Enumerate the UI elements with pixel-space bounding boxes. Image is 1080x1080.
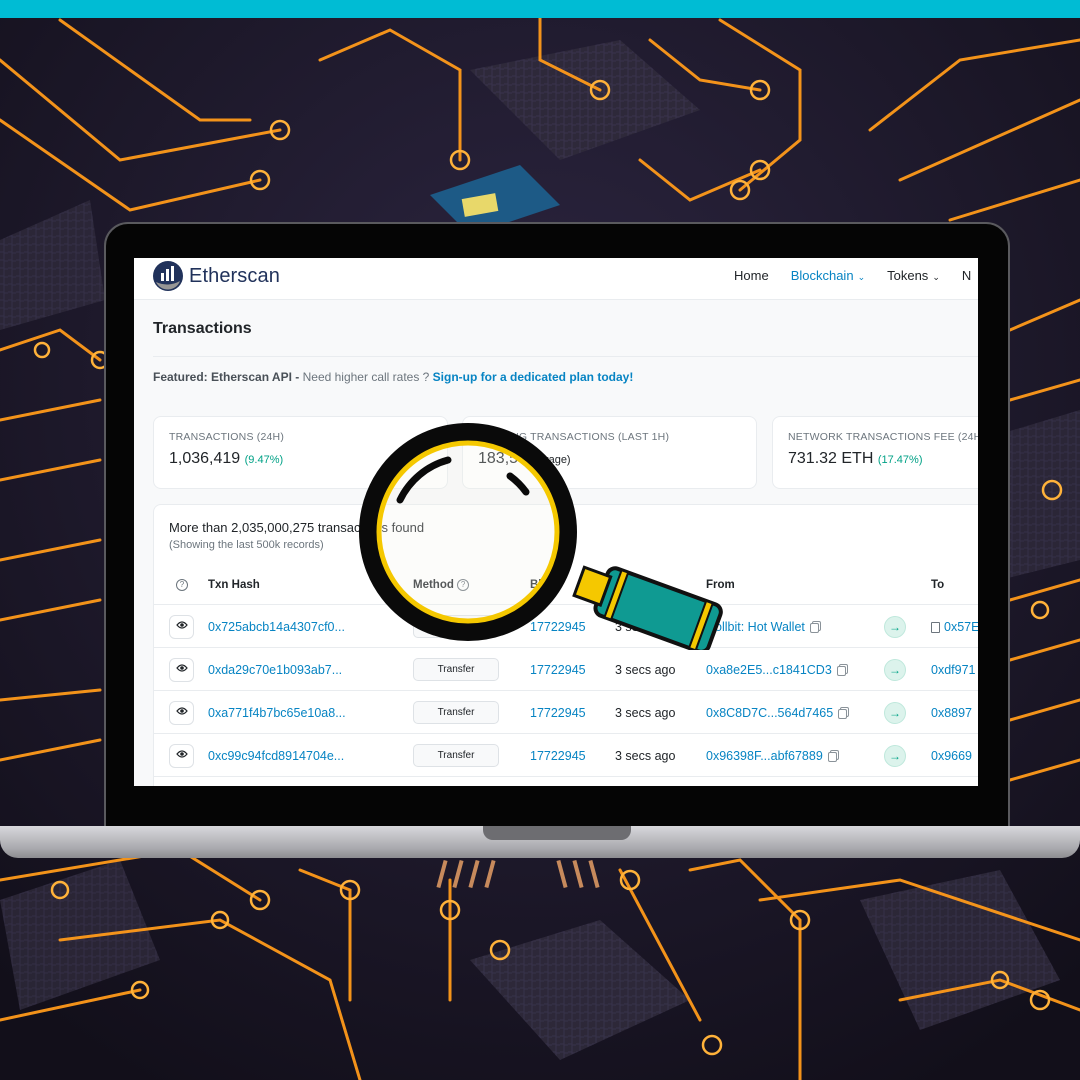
from-address[interactable]: 0x8C8D7C...564d7465 [706,706,848,720]
from-address[interactable]: 0xa8e2E5...c1841CD3 [706,663,846,677]
from-address-text: 0x96398F...abf67889 [706,749,823,763]
eye-icon[interactable] [169,744,194,768]
nav-tokens-label: Tokens [887,268,929,283]
copy-icon[interactable] [836,665,846,676]
copy-icon[interactable] [838,708,848,719]
stat-label: NETWORK TRANSACTIONS FEE (24H [788,431,978,443]
featured-banner: Featured: Etherscan API - Need higher ca… [153,370,633,384]
stat-change: (17.47%) [877,454,923,466]
etherscan-logo-icon [153,261,183,291]
from-address-text: 0x8C8D7C...564d7465 [706,706,834,720]
txn-hash-link[interactable]: 0xc99c94fcd8914704e... [208,749,344,763]
stat-card-fee: NETWORK TRANSACTIONS FEE (24H 731.32 ETH… [772,416,978,489]
txn-hash-link[interactable]: 0xda29c70e1b093ab7... [208,663,342,677]
copy-icon[interactable] [809,622,819,633]
txn-hash-link[interactable]: 0x725abcb14a4307cf0... [208,620,345,634]
copy-icon[interactable] [827,751,837,762]
contract-icon [931,622,940,634]
eye-icon[interactable] [169,658,194,682]
block-link[interactable]: 17722945 [530,663,586,677]
logo-text: Etherscan [189,264,280,287]
nav-blockchain-label: Blockchain [790,268,854,283]
block-link[interactable]: 17722945 [530,706,586,720]
method-badge: Transfer [413,744,499,767]
to-address[interactable]: 0xdf971 [931,663,975,677]
arrow-right-icon: → [884,745,906,767]
age-text: 3 secs ago [615,706,676,720]
column-help[interactable]: ? [176,579,188,591]
column-to: To [931,579,945,591]
txn-hash-link[interactable]: 0xa771f4b7bc65e10a8... [208,706,346,720]
table-row: 0xc99c94fcd8914704e... Transfer 17722945… [154,734,978,777]
help-icon: ? [176,579,188,591]
nav-nfts-label: N [961,268,972,283]
nav-home[interactable]: Home [734,268,769,283]
magnifying-glass-icon [359,423,723,650]
block-link[interactable]: 17722945 [530,749,586,763]
arrow-right-icon: → [884,702,906,724]
laptop-trackpad-notch [483,826,631,840]
from-address[interactable]: 0x96398F...abf67889 [706,749,837,763]
featured-label: Featured: Etherscan API - [153,370,300,384]
arrow-right-icon: → [884,659,906,681]
page-title: Transactions [153,320,252,337]
nav-blockchain[interactable]: Blockchain ⌄ [791,268,865,283]
age-text: 3 secs ago [615,663,676,677]
site-header: Etherscan Home Blockchain ⌄ Tokens ⌄ N [134,258,978,300]
method-badge: Transfer [413,658,499,681]
to-address[interactable]: 0x9669 [931,749,972,763]
age-text: 3 secs ago [615,749,676,763]
top-accent-bar [0,0,1080,18]
featured-text: Need higher call rates ? [299,370,433,384]
to-address[interactable]: 0x57E [931,620,978,634]
stat-value: 731.32 ETH [788,450,874,467]
column-txn-hash: Txn Hash [208,579,260,591]
table-row: 0xa771f4b7bc65e10a8... Transfer 17722945… [154,691,978,734]
title-divider [153,356,978,357]
etherscan-logo[interactable]: Etherscan [152,261,280,291]
stat-value: 1,036,419 [169,450,241,467]
eye-icon[interactable] [169,615,194,639]
stat-change: (9.47%) [244,454,284,466]
nav-home-label: Home [734,268,769,283]
nav-tokens[interactable]: Tokens ⌄ [887,268,940,283]
arrow-right-icon: → [884,616,906,638]
to-address[interactable]: 0x8897 [931,706,972,720]
main-nav: Home Blockchain ⌄ Tokens ⌄ N [734,268,978,283]
chevron-down-icon: ⌄ [857,272,866,282]
eye-icon[interactable] [169,701,194,725]
chevron-down-icon: ⌄ [932,272,940,282]
to-address-text: 0x57E [944,620,978,634]
nav-nfts[interactable]: N [962,268,971,283]
table-row: 0xda29c70e1b093ab7... Transfer 17722945 … [154,648,978,691]
featured-signup-link[interactable]: Sign-up for a dedicated plan today! [433,370,634,384]
method-badge: Transfer [413,701,499,724]
showing-note: (Showing the last 500k records) [169,539,324,551]
from-address-text: 0xa8e2E5...c1841CD3 [706,663,832,677]
